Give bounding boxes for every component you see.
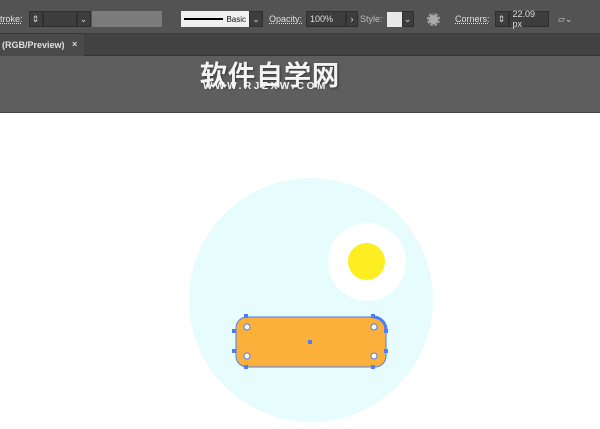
chevron-right-icon[interactable]: ›: [346, 11, 359, 27]
close-icon[interactable]: ×: [72, 39, 77, 49]
variable-width-profile[interactable]: [92, 11, 162, 27]
center-point: [308, 340, 312, 344]
chevron-down-icon[interactable]: ⌄: [76, 11, 91, 27]
style-label: Style:: [360, 14, 383, 24]
sun[interactable]: [348, 243, 385, 280]
stroke-group: troke: ⇕ ⌄: [0, 11, 91, 27]
stroke-stepper[interactable]: ⇕: [28, 11, 43, 27]
brush-name: Basic: [226, 14, 246, 24]
document-tab-bar: (RGB/Preview) ×: [0, 34, 600, 56]
shape-transform-icon[interactable]: ▱⌄: [558, 11, 572, 27]
recolor-artwork-icon[interactable]: [427, 11, 440, 27]
document-tab[interactable]: (RGB/Preview) ×: [0, 34, 84, 56]
corners-label: Corners:: [455, 14, 490, 24]
graphic-style-swatch[interactable]: [386, 11, 402, 27]
corners-stepper[interactable]: ⇕: [494, 11, 509, 27]
corners-input[interactable]: 22.09 px: [508, 9, 549, 29]
chevron-down-icon[interactable]: ⌄: [401, 11, 414, 27]
selected-rounded-rectangle[interactable]: [230, 310, 392, 374]
stroke-weight-input[interactable]: [42, 11, 77, 27]
document-tab-title: (RGB/Preview): [2, 40, 65, 50]
brush-definition-dropdown[interactable]: Basic ⌄: [181, 11, 263, 27]
control-bar: troke: ⇕ ⌄ Basic ⌄ Opacity: 100% › Style…: [0, 0, 600, 34]
opacity-input[interactable]: 100%: [306, 11, 347, 27]
background-circle[interactable]: [189, 178, 433, 422]
stroke-label: troke:: [0, 14, 23, 24]
opacity-label: Opacity:: [269, 14, 303, 24]
watermark-url: WWW.RJZXW.COM: [203, 81, 328, 92]
chevron-down-icon[interactable]: ⌄: [249, 11, 263, 27]
